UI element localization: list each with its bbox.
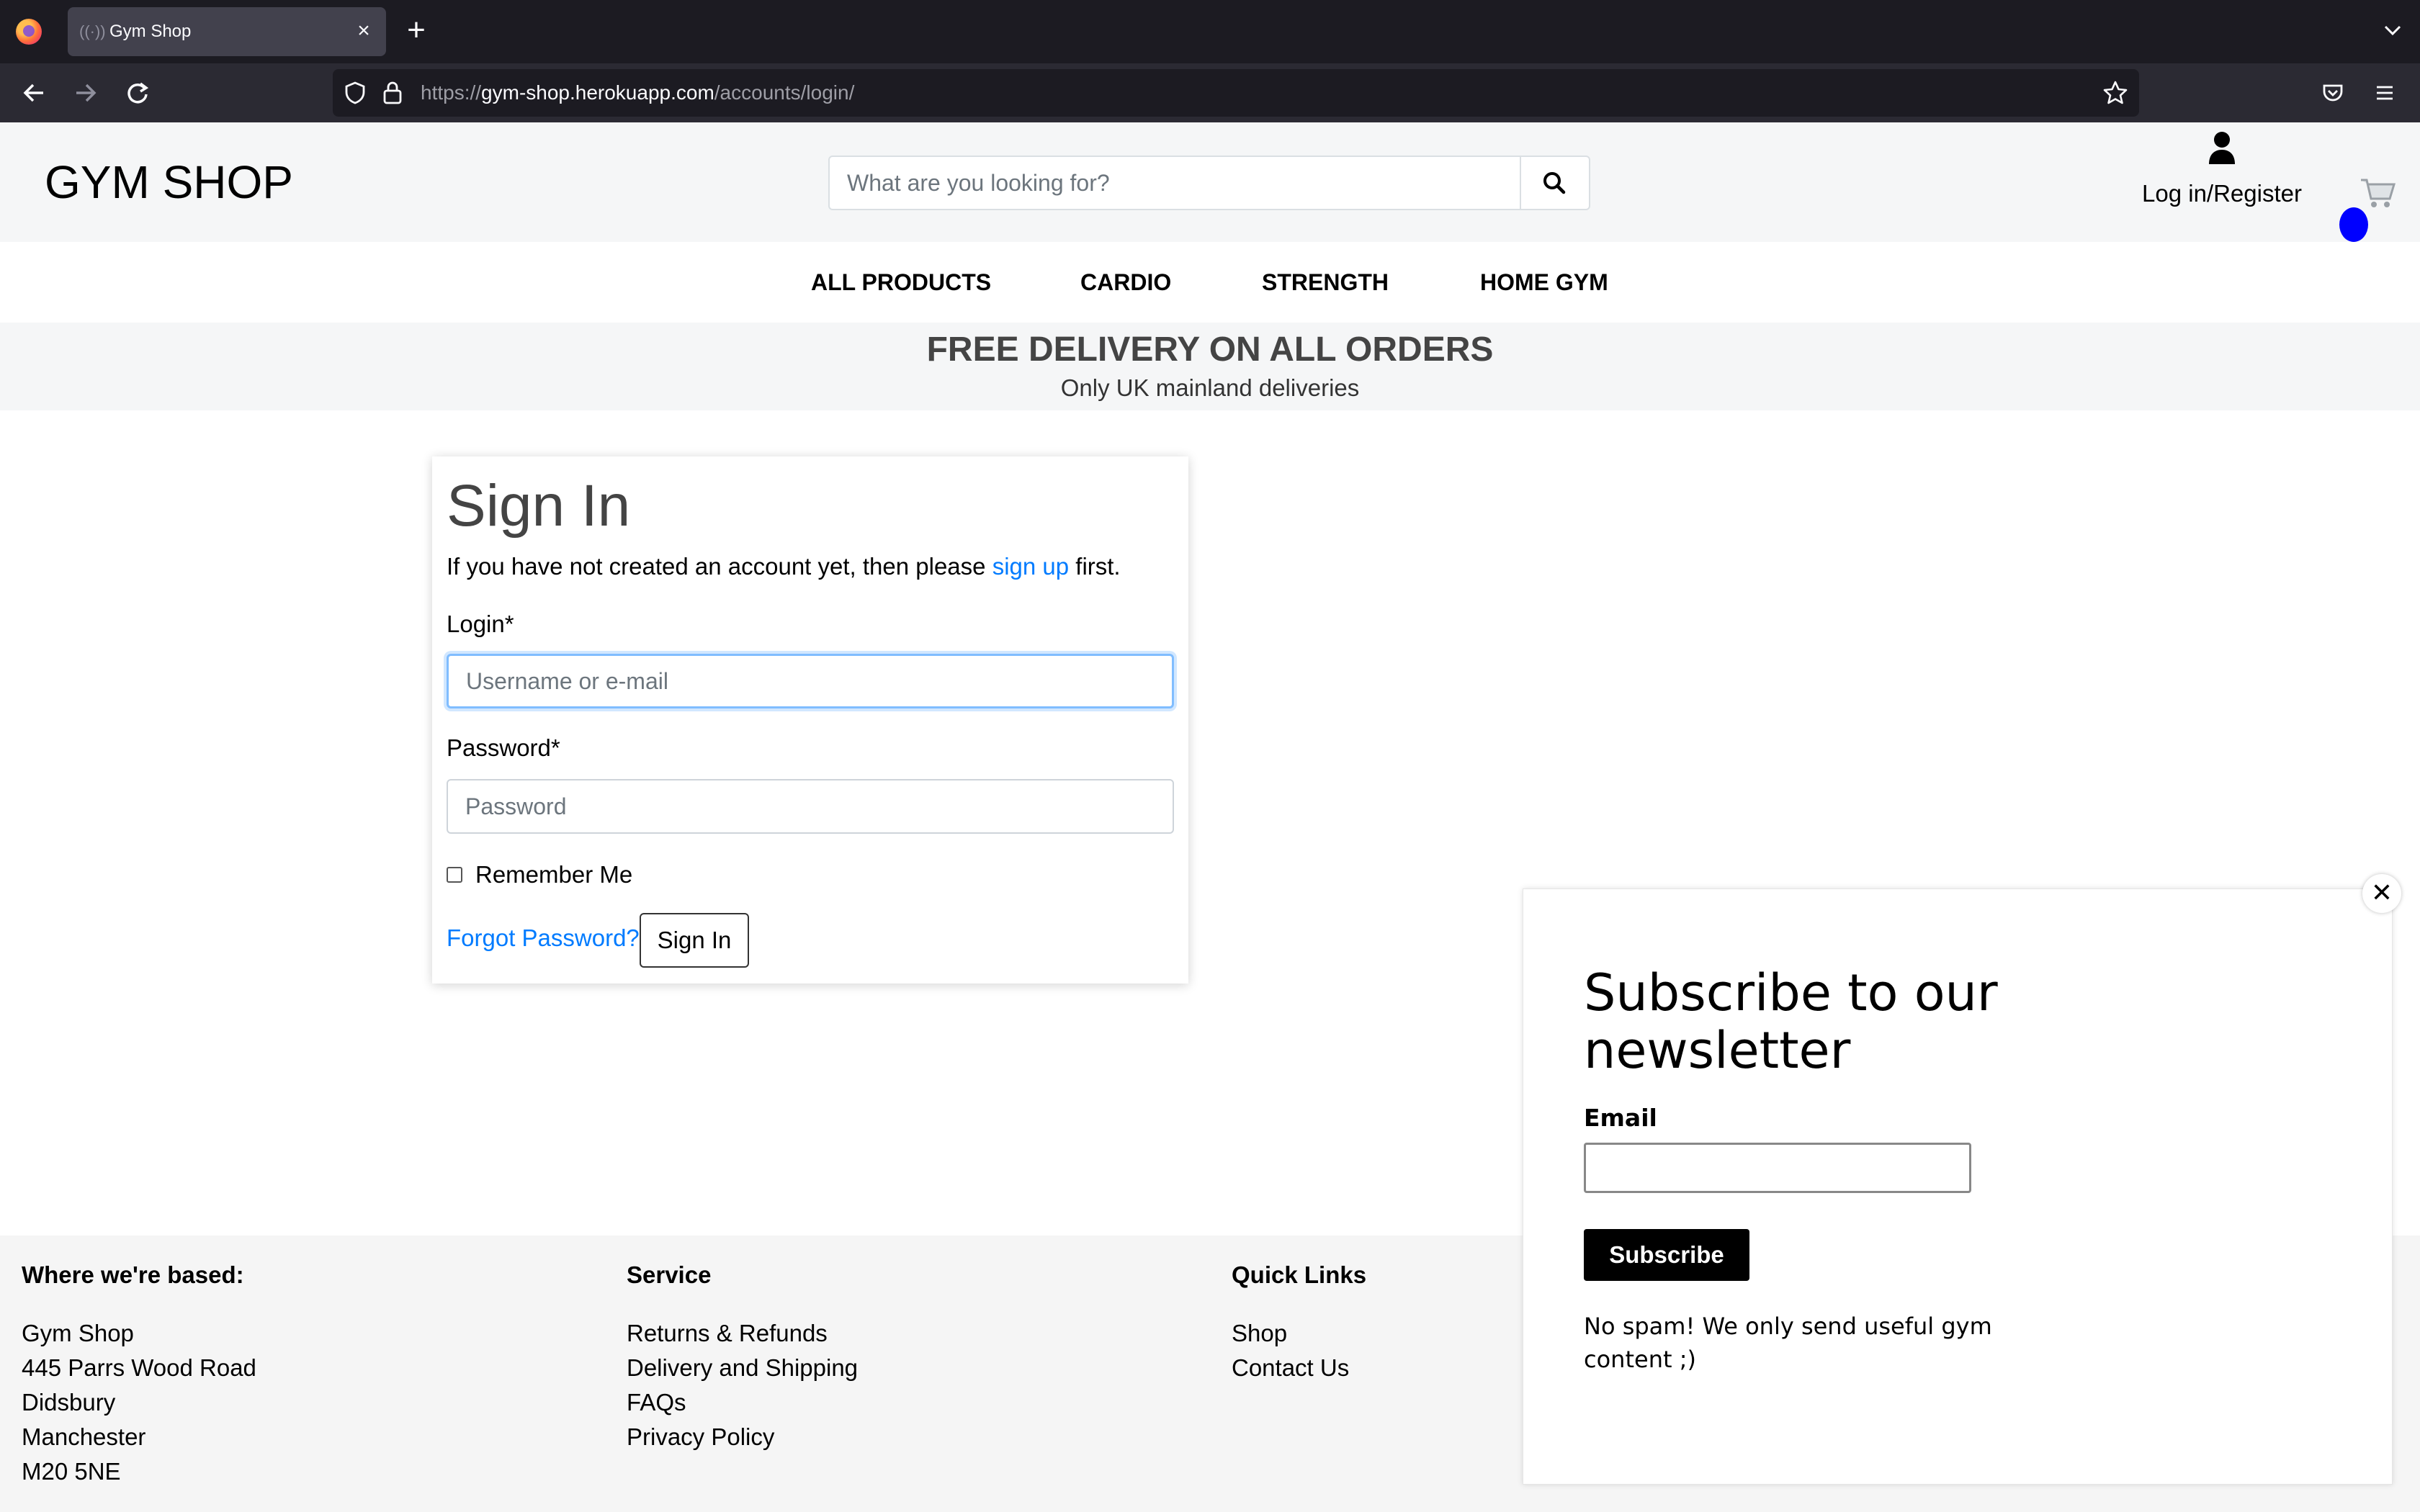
lock-icon[interactable] (382, 81, 403, 105)
address-line: M20 5NE (22, 1458, 121, 1485)
footer-link-faqs[interactable]: FAQs (627, 1385, 858, 1420)
pocket-icon[interactable] (2321, 81, 2345, 105)
nav-strength[interactable]: STRENGTH (1262, 269, 1389, 296)
url-bar[interactable]: https://gym-shop.herokuapp.com/accounts/… (333, 69, 2139, 117)
footer-link-contact[interactable]: Contact Us (1232, 1351, 1366, 1385)
forgot-password-link[interactable]: Forgot Password? (447, 924, 640, 952)
star-icon[interactable] (2102, 79, 2129, 107)
site-header: GYM SHOP Log in/Register (0, 122, 2420, 242)
intro-text-before: If you have not created an account yet, … (447, 553, 992, 580)
nav-home-gym[interactable]: HOME GYM (1480, 269, 1608, 296)
password-input[interactable] (447, 779, 1174, 834)
password-label: Password* (447, 734, 560, 761)
popup-close-icon[interactable]: ✕ (2362, 874, 2401, 913)
banner-title: FREE DELIVERY ON ALL ORDERS (926, 330, 1494, 369)
user-icon (2209, 132, 2235, 164)
login-label: Login* (447, 611, 514, 637)
banner-subtitle: Only UK mainland deliveries (1060, 374, 1360, 401)
category-nav: ALL PRODUCTS CARDIO STRENGTH HOME GYM (0, 242, 2420, 323)
search-box (828, 156, 1590, 210)
signin-card: Sign In If you have not created an accou… (432, 456, 1188, 984)
reload-icon[interactable] (121, 76, 154, 109)
newsletter-note: No spam! We only send useful gym content… (1584, 1313, 1992, 1373)
new-tab-plus-icon[interactable]: + (400, 14, 432, 46)
footer-address-heading: Where we're based: (22, 1261, 244, 1288)
forward-arrow-icon[interactable] (69, 76, 102, 109)
nav-cardio[interactable]: CARDIO (1080, 269, 1171, 296)
search-button[interactable] (1520, 157, 1589, 209)
remember-me-checkbox[interactable] (447, 867, 462, 883)
newsletter-email-label: Email (1584, 1104, 1657, 1132)
url-text[interactable]: https://gym-shop.herokuapp.com/accounts/… (421, 81, 854, 104)
tab-title: Gym Shop (109, 22, 192, 41)
signin-button[interactable]: Sign In (640, 913, 749, 968)
intro-text-after: first. (1069, 553, 1121, 580)
footer-service-column: Service Returns & Refunds Delivery and S… (627, 1261, 858, 1454)
footer-link-delivery[interactable]: Delivery and Shipping (627, 1351, 858, 1385)
search-icon (1543, 172, 1566, 194)
footer-link-shop[interactable]: Shop (1232, 1316, 1366, 1351)
account-link[interactable]: Log in/Register (2132, 131, 2312, 225)
signin-title: Sign In (447, 473, 631, 539)
browser-nav-bar: https://gym-shop.herokuapp.com/accounts/… (0, 63, 2420, 122)
address-line: Didsbury (22, 1389, 116, 1416)
url-path: /accounts/login/ (714, 81, 855, 104)
cart-icon[interactable] (2360, 174, 2397, 212)
footer-link-returns[interactable]: Returns & Refunds (627, 1316, 858, 1351)
delivery-banner: FREE DELIVERY ON ALL ORDERS Only UK main… (0, 323, 2420, 410)
address-line: Gym Shop (22, 1320, 134, 1346)
footer-quicklinks-heading: Quick Links (1232, 1261, 1367, 1288)
footer-service-heading: Service (627, 1261, 712, 1288)
nav-all-products[interactable]: ALL PRODUCTS (811, 269, 991, 296)
site-logo[interactable]: GYM SHOP (45, 156, 293, 209)
browser-tab[interactable]: ((·)) Gym Shop × (68, 7, 386, 56)
address-line: 445 Parrs Wood Road (22, 1354, 256, 1381)
signup-link[interactable]: sign up (992, 553, 1069, 580)
footer-address-column: Where we're based: Gym Shop 445 Parrs Wo… (22, 1261, 256, 1489)
newsletter-title: Subscribe to our newsletter (1584, 963, 1998, 1080)
tab-favicon-icon: ((·)) (79, 22, 106, 40)
firefox-logo-icon[interactable] (16, 19, 42, 45)
signin-intro: If you have not created an account yet, … (447, 553, 1121, 580)
menu-icon[interactable] (2372, 81, 2397, 105)
search-input[interactable] (830, 157, 1521, 209)
url-prefix: https:// (421, 81, 482, 104)
newsletter-popup: Subscribe to our newsletter Email Subscr… (1523, 888, 2393, 1485)
footer-quicklinks-column: Quick Links Shop Contact Us (1232, 1261, 1366, 1385)
close-tab-icon[interactable]: × (351, 19, 376, 43)
footer-link-privacy[interactable]: Privacy Policy (627, 1420, 858, 1454)
back-arrow-icon[interactable] (17, 76, 50, 109)
newsletter-email-input[interactable] (1584, 1143, 1971, 1193)
remember-me-label[interactable]: Remember Me (475, 861, 632, 888)
subscribe-button[interactable]: Subscribe (1584, 1229, 1749, 1281)
chevron-down-icon[interactable] (2381, 19, 2404, 42)
browser-tab-bar: ((·)) Gym Shop × + (0, 0, 2420, 63)
url-domain: gym-shop.herokuapp.com (481, 81, 714, 104)
account-label: Log in/Register (2142, 180, 2302, 207)
address-line: Manchester (22, 1423, 146, 1450)
shield-icon[interactable] (343, 81, 367, 105)
cart-count-badge[interactable] (2339, 207, 2368, 242)
login-input[interactable] (447, 654, 1174, 708)
